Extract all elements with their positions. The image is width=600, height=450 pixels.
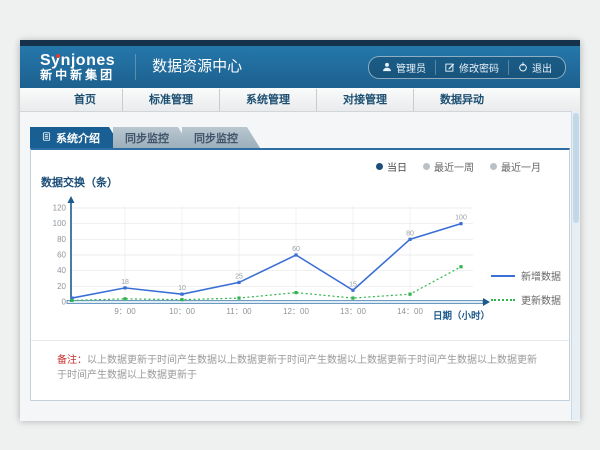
change-password-label: 修改密码: [459, 60, 499, 75]
footnote: 备注：以上数据更新于时间产生数据以上数据更新于时间产生数据以上数据更新于时间产生…: [31, 340, 569, 383]
tab-label: 系统介绍: [56, 130, 100, 146]
filter-last-week[interactable]: 最近一周: [423, 159, 474, 174]
line-chart-svg: 0 20 40 60 80 100 120 9：00 10：00 11：00 12：00 13：00 1…: [31, 194, 491, 326]
tab-label: 同步监控: [194, 130, 238, 146]
nav-item-system-mgmt[interactable]: 系统管理: [219, 89, 316, 111]
svg-text:18: 18: [121, 279, 129, 286]
svg-text:15: 15: [349, 281, 357, 288]
dotted-line-icon: [491, 299, 515, 301]
power-icon: [518, 62, 528, 72]
current-user[interactable]: 管理员: [373, 60, 435, 75]
svg-text:9：00: 9：00: [114, 307, 136, 316]
svg-text:10: 10: [178, 285, 186, 292]
user-label: 管理员: [396, 60, 426, 75]
solid-line-icon: [491, 275, 515, 277]
svg-text:120: 120: [53, 204, 67, 213]
tab-sync-monitor-1[interactable]: 同步监控: [113, 127, 191, 148]
legend-item-update-data: 更新数据: [491, 292, 561, 307]
radio-icon: [423, 163, 430, 170]
tab-bar: 系统介绍 同步监控 同步监控: [30, 127, 580, 148]
filter-today[interactable]: 当日: [376, 159, 407, 174]
svg-text:100: 100: [455, 215, 467, 222]
svg-text:11：00: 11：00: [226, 307, 252, 316]
logout-button[interactable]: 退出: [508, 60, 561, 75]
legend-item-new-data: 新增数据: [491, 268, 561, 283]
svg-text:80: 80: [406, 230, 414, 237]
tab-system-intro[interactable]: 系统介绍: [30, 127, 122, 148]
change-password-button[interactable]: 修改密码: [435, 60, 508, 75]
svg-text:100: 100: [53, 219, 67, 228]
app-header: Synjones 新中新集团 数据资源中心 管理员 修改密码: [20, 46, 580, 88]
app-window: Synjones 新中新集团 数据资源中心 管理员 修改密码: [20, 40, 580, 420]
svg-text:60: 60: [292, 246, 300, 253]
user-icon: [382, 62, 392, 72]
svg-text:40: 40: [57, 266, 66, 275]
document-icon: [42, 132, 51, 144]
svg-text:0: 0: [62, 298, 67, 307]
filter-label: 最近一周: [434, 159, 474, 174]
svg-text:80: 80: [57, 235, 66, 244]
tab-sync-monitor-2[interactable]: 同步监控: [182, 127, 260, 148]
svg-text:25: 25: [235, 273, 243, 280]
filter-label: 最近一月: [501, 159, 541, 174]
vertical-scrollbar[interactable]: [571, 111, 580, 420]
chart-area: 0 20 40 60 80 100 120 9：00 10：00 11：00 12：00 13：00 1…: [31, 194, 561, 326]
footnote-prefix: 备注：: [57, 355, 87, 366]
svg-text:12：00: 12：00: [283, 307, 309, 316]
user-menu: 管理员 修改密码 退出: [368, 56, 566, 79]
y-axis-title: 数据交换（条）: [41, 174, 118, 190]
content-area: 系统介绍 同步监控 同步监控 当日 最近一周: [20, 112, 580, 421]
filter-label: 当日: [387, 159, 407, 174]
radio-icon: [376, 163, 383, 170]
svg-text:20: 20: [57, 282, 66, 291]
edit-icon: [445, 62, 455, 72]
filter-last-month[interactable]: 最近一月: [490, 159, 541, 174]
tab-label: 同步监控: [125, 130, 169, 146]
chart-legend: 新增数据 更新数据: [491, 268, 561, 326]
company-logo: Synjones 新中新集团: [34, 52, 121, 83]
legend-label: 新增数据: [521, 268, 561, 283]
nav-item-home[interactable]: 首页: [48, 89, 122, 111]
logo-text: Synjones: [40, 52, 115, 70]
time-range-filter: 当日 最近一周 最近一月: [376, 159, 541, 174]
nav-item-interface-mgmt[interactable]: 对接管理: [316, 89, 413, 111]
svg-text:10：00: 10：00: [169, 307, 195, 316]
svg-text:日期（小时）: 日期（小时）: [433, 310, 490, 322]
svg-text:13：00: 13：00: [340, 307, 366, 316]
logout-label: 退出: [532, 60, 552, 75]
footnote-text: 以上数据更新于时间产生数据以上数据更新于时间产生数据以上数据更新于时间产生数据以…: [57, 355, 537, 381]
nav-item-standard-mgmt[interactable]: 标准管理: [122, 89, 219, 111]
svg-text:14：00: 14：00: [397, 307, 423, 316]
svg-text:60: 60: [57, 251, 66, 260]
legend-label: 更新数据: [521, 292, 561, 307]
nav-item-data-change[interactable]: 数据异动: [413, 89, 510, 111]
radio-icon: [490, 163, 497, 170]
page-title: 数据资源中心: [135, 54, 242, 80]
logo-subtext: 新中新集团: [40, 69, 115, 82]
main-nav: 首页 标准管理 系统管理 对接管理 数据异动: [20, 88, 580, 112]
chart-panel: 当日 最近一周 最近一月 数据交换（条） 0 20 40 60 80 100 120 9：00…: [30, 148, 570, 401]
logo-accent-dot: [56, 54, 60, 58]
